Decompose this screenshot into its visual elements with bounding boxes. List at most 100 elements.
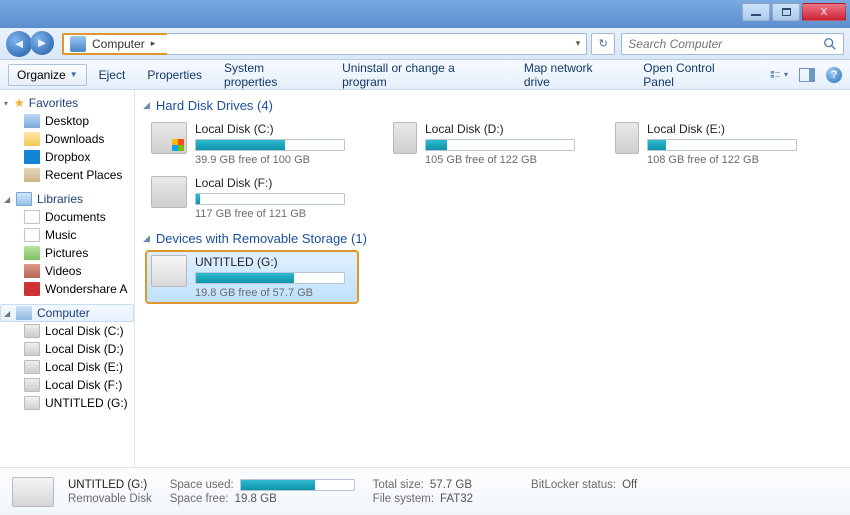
desktop-icon [24, 114, 40, 128]
sidebar-item-label: Documents [45, 210, 106, 224]
usage-bar [195, 139, 345, 151]
details-pane: UNTITLED (G:) Removable Disk Space used:… [0, 467, 850, 515]
removable-icon [24, 396, 40, 410]
sidebar-item-label: Wondershare A [45, 282, 128, 296]
sidebar: ▾ ★ Favorites Desktop Downloads Dropbox … [0, 90, 135, 467]
drive-c[interactable]: Local Disk (C:) 39.9 GB free of 100 GB [147, 119, 357, 169]
details-fs-label: File system: [373, 493, 434, 505]
collapse-icon: ◢ [4, 309, 14, 318]
drive-e[interactable]: Local Disk (E:) 108 GB free of 122 GB [611, 119, 801, 169]
address-dropdown-icon[interactable]: ▾ [570, 38, 587, 49]
sidebar-item-label: Local Disk (F:) [45, 378, 122, 392]
usage-bar [195, 193, 345, 205]
sidebar-item-documents[interactable]: Documents [0, 208, 134, 226]
search-box[interactable] [621, 33, 844, 55]
hdd-icon [24, 342, 40, 356]
drive-name: Local Disk (E:) [647, 122, 797, 136]
hdd-icon [24, 324, 40, 338]
view-options-button[interactable]: ▾ [770, 66, 788, 84]
sidebar-libraries-header[interactable]: ◢ Libraries [0, 190, 134, 208]
sidebar-item-f[interactable]: Local Disk (F:) [0, 376, 134, 394]
hdd-icon [151, 122, 187, 154]
details-type: Removable Disk [68, 493, 152, 505]
address-bar-extension[interactable]: ▾ [167, 33, 587, 55]
window-titlebar: X [0, 0, 850, 28]
drive-free: 108 GB free of 122 GB [647, 154, 797, 166]
details-used-label: Space used: [170, 479, 234, 491]
video-icon [24, 264, 40, 278]
organize-label: Organize [17, 68, 66, 82]
map-drive-button[interactable]: Map network drive [524, 61, 621, 89]
collapse-icon: ◢ [143, 233, 150, 244]
group-removable-header[interactable]: ◢Devices with Removable Storage (1) [143, 231, 844, 246]
back-button[interactable]: ◄ [6, 31, 32, 57]
system-properties-button[interactable]: System properties [224, 61, 320, 89]
drive-g[interactable]: UNTITLED (G:) 19.8 GB free of 57.7 GB [147, 252, 357, 302]
address-breadcrumb[interactable]: Computer ▸ [62, 33, 167, 55]
sidebar-item-dropbox[interactable]: Dropbox [0, 148, 134, 166]
recent-icon [24, 168, 40, 182]
organize-button[interactable]: Organize ▼ [8, 64, 87, 86]
sidebar-item-desktop[interactable]: Desktop [0, 112, 134, 130]
usage-bar [647, 139, 797, 151]
hdd-icon [24, 378, 40, 392]
sidebar-item-c[interactable]: Local Disk (C:) [0, 322, 134, 340]
properties-button[interactable]: Properties [147, 68, 202, 82]
sidebar-item-g[interactable]: UNTITLED (G:) [0, 394, 134, 412]
drive-free: 39.9 GB free of 100 GB [195, 154, 345, 166]
removable-icon [12, 477, 54, 507]
sidebar-item-label: Music [45, 228, 76, 242]
wondershare-icon [24, 282, 40, 296]
drive-f[interactable]: Local Disk (F:) 117 GB free of 121 GB [147, 173, 357, 223]
eject-button[interactable]: Eject [99, 68, 126, 82]
help-button[interactable]: ? [826, 67, 842, 83]
sidebar-item-music[interactable]: Music [0, 226, 134, 244]
sidebar-item-videos[interactable]: Videos [0, 262, 134, 280]
hdd-icon [393, 122, 417, 154]
navigation-bar: ◄ ► Computer ▸ ▾ ↻ [0, 28, 850, 60]
forward-button[interactable]: ► [30, 31, 54, 55]
preview-pane-button[interactable] [798, 66, 816, 84]
drive-name: UNTITLED (G:) [195, 255, 345, 269]
minimize-button[interactable] [742, 3, 770, 21]
drive-d[interactable]: Local Disk (D:) 105 GB free of 122 GB [389, 119, 579, 169]
sidebar-item-recent[interactable]: Recent Places [0, 166, 134, 184]
drive-name: Local Disk (D:) [425, 122, 575, 136]
main-content: ◢Hard Disk Drives (4) Local Disk (C:) 39… [135, 90, 850, 467]
details-bitlocker-label: BitLocker status: [531, 479, 616, 491]
sidebar-item-wondershare[interactable]: Wondershare A [0, 280, 134, 298]
chevron-right-icon[interactable]: ▸ [145, 38, 162, 49]
drive-free: 19.8 GB free of 57.7 GB [195, 287, 345, 299]
close-button[interactable]: X [802, 3, 846, 21]
removable-icon [151, 255, 187, 287]
sidebar-computer-header[interactable]: ◢ Computer [0, 304, 134, 322]
sidebar-item-label: Pictures [45, 246, 88, 260]
sidebar-item-label: UNTITLED (G:) [45, 396, 128, 410]
computer-icon [16, 306, 32, 320]
hdd-icon [24, 360, 40, 374]
sidebar-item-e[interactable]: Local Disk (E:) [0, 358, 134, 376]
sidebar-item-pictures[interactable]: Pictures [0, 244, 134, 262]
sidebar-item-downloads[interactable]: Downloads [0, 130, 134, 148]
details-usage-bar [240, 479, 355, 491]
sidebar-favorites-header[interactable]: ▾ ★ Favorites [0, 94, 134, 112]
collapse-icon: ◢ [143, 100, 150, 111]
hdd-icon [615, 122, 639, 154]
uninstall-button[interactable]: Uninstall or change a program [342, 61, 502, 89]
maximize-button[interactable] [772, 3, 800, 21]
control-panel-button[interactable]: Open Control Panel [643, 61, 748, 89]
document-icon [24, 210, 40, 224]
details-total-value: 57.7 GB [430, 479, 472, 491]
details-free-label: Space free: [170, 493, 229, 505]
search-input[interactable] [628, 37, 823, 51]
refresh-button[interactable]: ↻ [591, 33, 615, 55]
sidebar-item-d[interactable]: Local Disk (D:) [0, 340, 134, 358]
command-bar: Organize ▼ Eject Properties System prope… [0, 60, 850, 90]
usage-bar [425, 139, 575, 151]
sidebar-computer-label: Computer [37, 306, 90, 320]
group-hdd-header[interactable]: ◢Hard Disk Drives (4) [143, 98, 844, 113]
folder-icon [24, 132, 40, 146]
sidebar-item-label: Local Disk (C:) [45, 324, 124, 338]
details-free-value: 19.8 GB [235, 493, 277, 505]
address-location: Computer [92, 37, 145, 51]
